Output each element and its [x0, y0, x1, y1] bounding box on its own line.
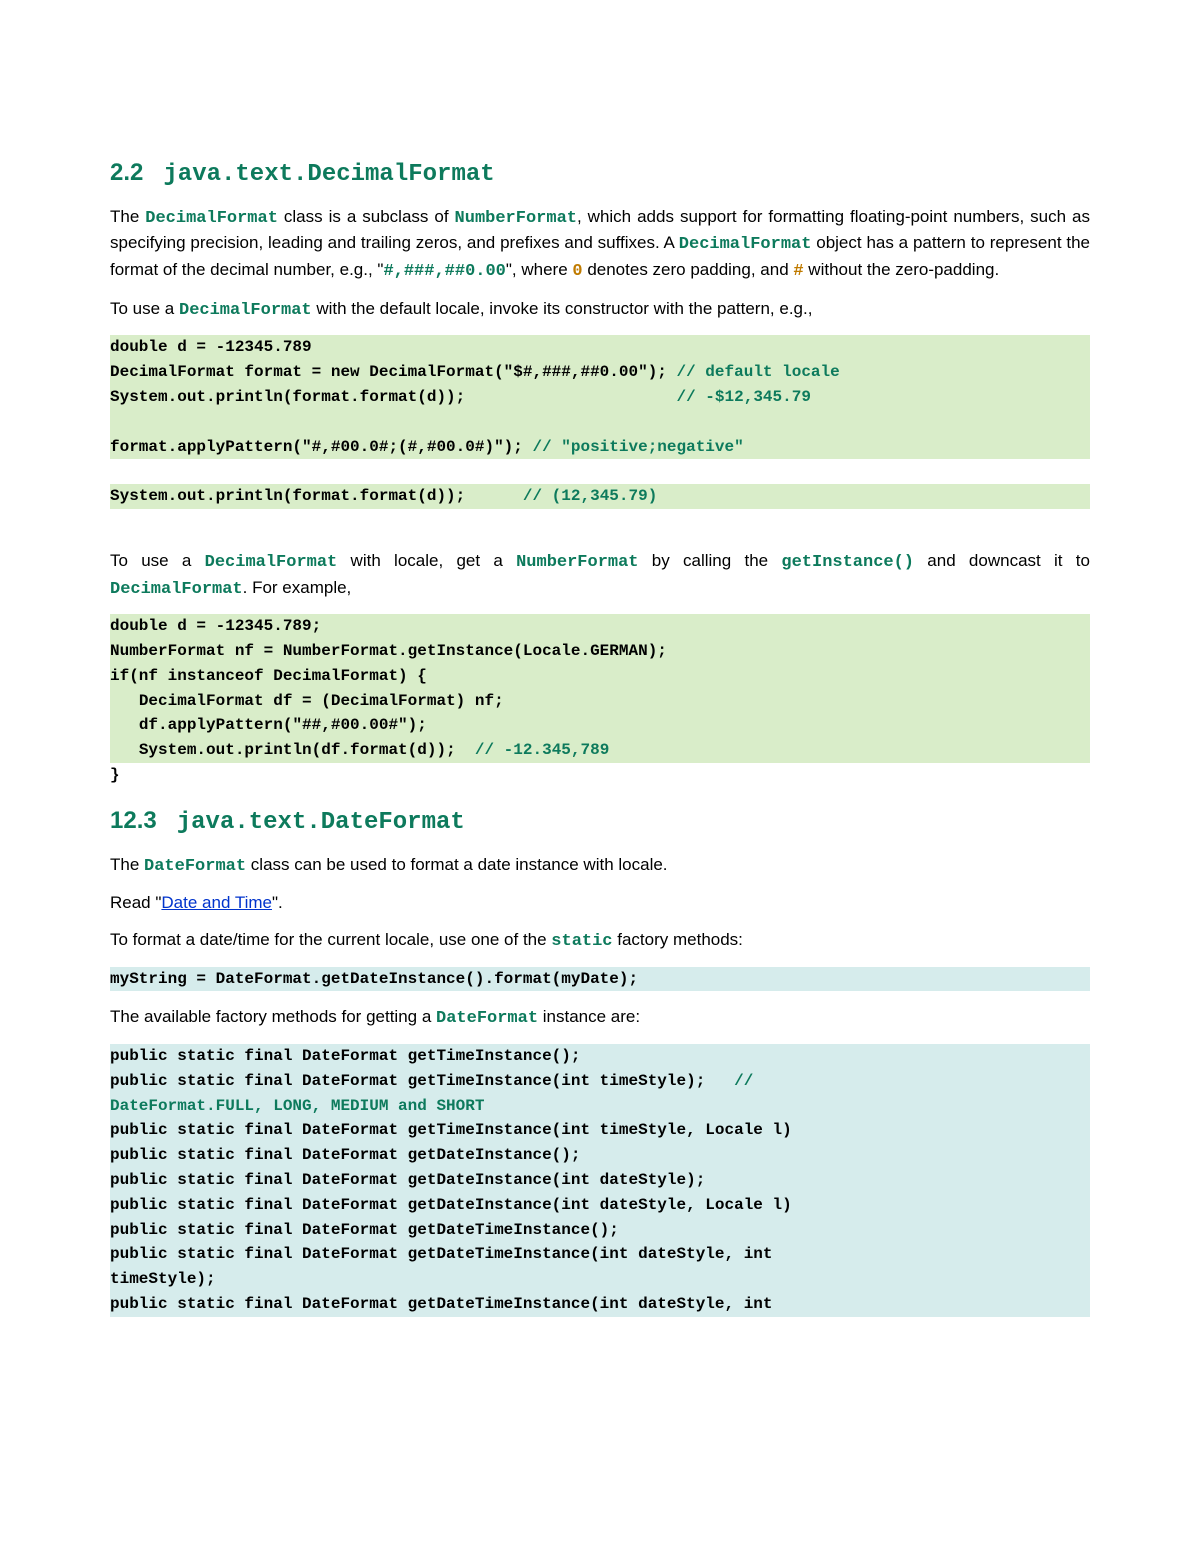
- date-and-time-link[interactable]: Date and Time: [161, 893, 272, 912]
- code-line: df.applyPattern("##,#00.00#");: [110, 713, 1090, 738]
- code-line: public static final DateFormat getDateIn…: [110, 1143, 1090, 1168]
- section-title: java.text.DecimalFormat: [163, 161, 494, 188]
- code-line: System.out.println(format.format(d)); //…: [110, 484, 1090, 509]
- code-line: if(nf instanceof DecimalFormat) {: [110, 664, 1090, 689]
- code-inline: DateFormat: [144, 857, 246, 876]
- code-line: double d = -12345.789;: [110, 614, 1090, 639]
- highlight-inline: 0: [572, 262, 582, 281]
- para-default-locale: To use a DecimalFormat with the default …: [110, 297, 1090, 324]
- code-inline: DateFormat: [436, 1009, 538, 1028]
- code-line: NumberFormat nf = NumberFormat.getInstan…: [110, 639, 1090, 664]
- para-read-link: Read "Date and Time".: [110, 891, 1090, 916]
- code-line: public static final DateFormat getTimeIn…: [110, 1044, 1090, 1069]
- code-inline: getInstance(): [781, 553, 914, 572]
- code-line: }: [110, 766, 120, 784]
- code-line: public static final DateFormat getTimeIn…: [110, 1069, 1090, 1094]
- section-title: java.text.DateFormat: [177, 809, 465, 836]
- code-line: myString = DateFormat.getDateInstance().…: [110, 967, 1090, 992]
- code-line: System.out.println(format.format(d)); //…: [110, 385, 1090, 410]
- code-line: DateFormat.FULL, LONG, MEDIUM and SHORT: [110, 1094, 1090, 1119]
- code-inline: DecimalFormat: [205, 553, 338, 572]
- code-block-decimalformat-default: double d = -12345.789 DecimalFormat form…: [110, 335, 1090, 509]
- code-block-decimalformat-locale: double d = -12345.789; NumberFormat nf =…: [110, 614, 1090, 788]
- para-decimalformat-intro: The DecimalFormat class is a subclass of…: [110, 205, 1090, 285]
- code-line: format.applyPattern("#,#00.0#;(#,#00.0#)…: [110, 435, 1090, 460]
- code-block-date-format-mystring: myString = DateFormat.getDateInstance().…: [110, 967, 1090, 992]
- code-line: public static final DateFormat getTimeIn…: [110, 1118, 1090, 1143]
- code-inline: static: [551, 932, 612, 951]
- code-line: public static final DateFormat getDateTi…: [110, 1218, 1090, 1243]
- code-inline: DecimalFormat: [679, 235, 812, 254]
- code-inline: DecimalFormat: [145, 209, 278, 228]
- code-inline: DecimalFormat: [110, 580, 243, 599]
- code-line: public static final DateFormat getDateTi…: [110, 1292, 1090, 1317]
- code-inline: NumberFormat: [455, 209, 577, 228]
- section-12-3-heading: 12.3 java.text.DateFormat: [110, 804, 1090, 841]
- code-line: timeStyle);: [110, 1267, 1090, 1292]
- code-block-date-format-factories: public static final DateFormat getTimeIn…: [110, 1044, 1090, 1317]
- code-line: [110, 410, 1090, 435]
- code-line: DecimalFormat df = (DecimalFormat) nf;: [110, 689, 1090, 714]
- para-static-factories: To format a date/time for the current lo…: [110, 928, 1090, 955]
- para-available-factory: The available factory methods for gettin…: [110, 1005, 1090, 1032]
- pattern-inline: #,###,##0.00: [383, 262, 505, 281]
- section-2-2-heading: 2.2 java.text.DecimalFormat: [110, 156, 1090, 193]
- code-line: System.out.println(df.format(d)); // -12…: [110, 738, 1090, 763]
- code-line: public static final DateFormat getDateIn…: [110, 1168, 1090, 1193]
- section-number: 12.3: [110, 807, 157, 834]
- code-line: double d = -12345.789: [110, 335, 1090, 360]
- code-inline: DecimalFormat: [179, 301, 312, 320]
- code-line: public static final DateFormat getDateIn…: [110, 1193, 1090, 1218]
- code-inline: NumberFormat: [516, 553, 638, 572]
- highlight-inline: #: [793, 262, 803, 281]
- para-dateformat-intro: The DateFormat class can be used to form…: [110, 853, 1090, 880]
- code-line: public static final DateFormat getDateTi…: [110, 1242, 1090, 1267]
- para-locale: To use a DecimalFormat with locale, get …: [110, 549, 1090, 602]
- code-line: DecimalFormat format = new DecimalFormat…: [110, 360, 1090, 385]
- section-number: 2.2: [110, 159, 143, 186]
